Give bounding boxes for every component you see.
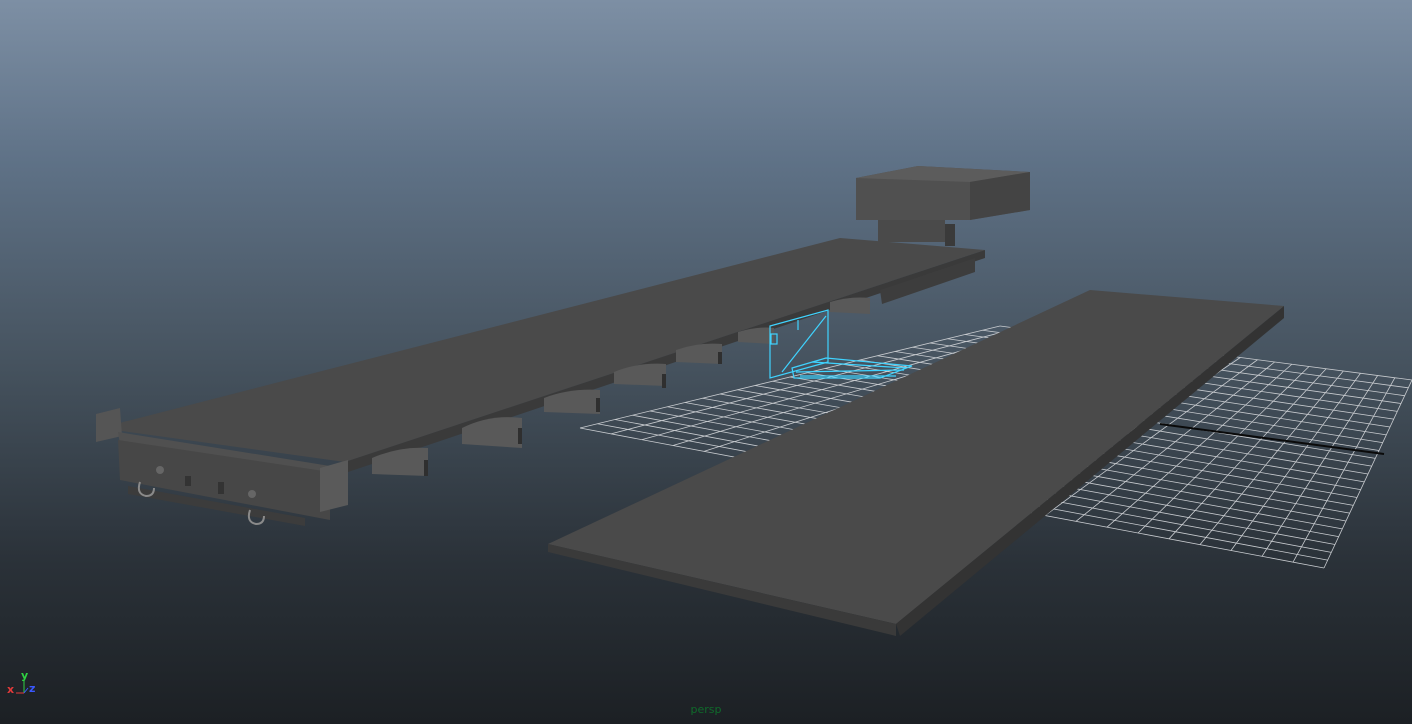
axis-y-label: y (21, 669, 29, 682)
selected-panel-mesh[interactable] (769, 309, 913, 379)
axis-x-label: x (7, 683, 15, 696)
camera-name-label: persp (690, 703, 722, 716)
maya-perspective-viewport[interactable]: x y z persp (0, 0, 1412, 724)
axis-z-label: z (29, 682, 36, 695)
axis-gizmo: x y z (4, 666, 44, 700)
viewport-scene[interactable] (0, 0, 1412, 724)
